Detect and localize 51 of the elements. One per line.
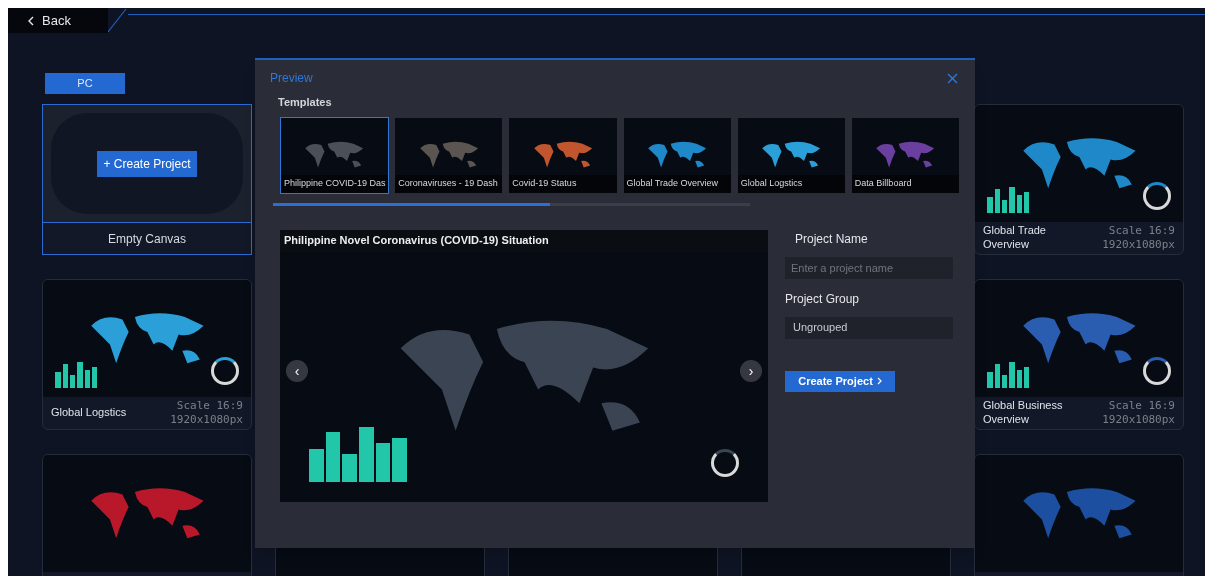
scroll-thumb[interactable] — [273, 202, 550, 206]
thumbnail-label: Global Logstics — [737, 175, 845, 193]
device-tab[interactable]: PC — [45, 72, 125, 94]
template-thumbnail[interactable]: Global Logstics — [736, 116, 846, 194]
template-thumbnail[interactable]: Global Trade Overview — [622, 116, 732, 194]
chevron-right-icon — [876, 377, 882, 385]
scroll-track[interactable] — [273, 202, 750, 206]
card-title: Global Business Overview — [983, 399, 1064, 427]
template-card[interactable]: Global Logstics Scale 16:9 1920x1080px — [42, 279, 252, 430]
screenshot-title: Philippine Novel Coronavirus (COVID-19) Situation — [284, 233, 549, 249]
thumbnail-label: Global Trade Overview — [623, 175, 731, 193]
empty-canvas-card[interactable]: + Create Project Empty Canvas — [42, 104, 252, 255]
project-name-input[interactable]: Enter a project name — [785, 256, 953, 279]
ring-chart-icon — [1142, 182, 1171, 211]
template-card[interactable]: Global Trade Overview Scale 16:9 1920x1080px — [974, 104, 1184, 255]
card-title: Empty Canvas — [108, 230, 186, 248]
card-title: Global Trade Overview — [983, 224, 1047, 252]
chart-bars-drawing — [987, 361, 1030, 388]
next-button[interactable]: › — [740, 359, 762, 382]
dialog-title: Preview — [270, 70, 313, 87]
size-label: 1920x1080px — [1102, 238, 1175, 252]
scale-label: Scale 16:9 — [1108, 224, 1175, 238]
create-project-button[interactable]: Create Project — [785, 370, 895, 392]
chart-bars-drawing — [987, 186, 1030, 213]
chevron-left-icon — [28, 15, 34, 26]
card-title: Global Logstics — [51, 406, 128, 420]
template-thumbnail[interactable]: Data Billboard — [850, 116, 961, 194]
ring-chart-icon — [710, 448, 739, 477]
thumbnail-label: Coronaviruses - 19 Dash — [395, 175, 503, 193]
template-thumbnail[interactable]: Coronaviruses - 19 Dash — [394, 116, 504, 194]
ring-chart-icon — [210, 357, 239, 386]
create-project-button[interactable]: + Create Project — [97, 150, 197, 177]
section-title: Templates — [278, 95, 333, 110]
thumbnail-label: Data Billboard — [851, 175, 960, 193]
field-label: Project Name — [795, 230, 869, 248]
template-thumbnail[interactable]: Philippine COVID-19 Das — [280, 116, 390, 194]
thumbnail-label: Covid-19 Status — [509, 175, 617, 193]
close-icon[interactable] — [947, 72, 958, 84]
size-label: 1920x1080px — [170, 413, 243, 427]
chart-bars-drawing — [55, 361, 98, 388]
template-thumbnail[interactable]: Covid-19 Status — [508, 116, 618, 194]
header-edge-line — [108, 8, 128, 33]
ring-chart-icon — [1142, 357, 1171, 386]
scale-label: Scale 16:9 — [176, 399, 243, 413]
template-card[interactable]: Global Business Overview Scale 16:9 1920x1080px — [974, 279, 1184, 430]
thumbnail-label: Philippine COVID-19 Das — [281, 175, 389, 193]
previous-button[interactable]: ‹ — [286, 359, 308, 382]
scale-label: Scale 16:9 — [1108, 399, 1175, 413]
size-label: 1920x1080px — [1102, 413, 1175, 427]
field-label: Project Group — [785, 290, 861, 308]
project-group-select[interactable]: Ungrouped — [785, 316, 953, 339]
